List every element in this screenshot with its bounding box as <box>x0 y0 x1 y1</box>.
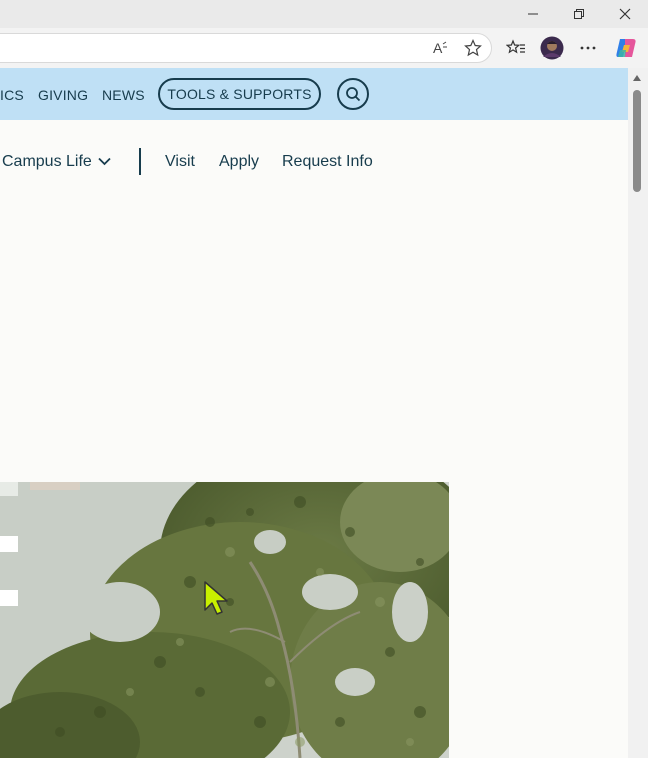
more-options-button[interactable] <box>574 34 602 62</box>
main-nav: Campus Life Visit Apply Request Info <box>0 120 628 205</box>
tools-supports-button[interactable]: TOOLS & SUPPORTS <box>158 78 321 110</box>
page-scrollbar[interactable] <box>628 68 648 758</box>
chevron-down-icon[interactable] <box>98 157 111 166</box>
minimize-button[interactable] <box>510 0 556 28</box>
nav-request-info[interactable]: Request Info <box>282 153 373 171</box>
profile-button[interactable] <box>538 34 566 62</box>
utility-nav: ICS GIVING NEWS TOOLS & SUPPORTS <box>0 68 628 120</box>
ellipsis-icon <box>580 46 596 50</box>
copilot-button[interactable] <box>612 34 640 62</box>
close-icon <box>619 8 631 20</box>
minimize-icon <box>528 13 538 15</box>
favorites-bar-button[interactable] <box>502 34 530 62</box>
copilot-icon <box>616 39 636 57</box>
address-bar[interactable]: A <box>0 33 492 63</box>
hero-image <box>0 482 449 758</box>
utility-link-ics[interactable]: ICS <box>0 87 24 103</box>
svg-text:A: A <box>433 40 443 56</box>
avatar <box>540 36 564 60</box>
tree-photo <box>0 482 449 758</box>
nav-visit[interactable]: Visit <box>165 153 195 171</box>
restore-icon <box>574 9 584 19</box>
scroll-up-arrow-icon[interactable] <box>632 74 642 82</box>
search-icon <box>346 87 361 102</box>
favorites-list-icon <box>506 39 525 54</box>
nav-campus-life[interactable]: Campus Life <box>2 153 92 171</box>
scroll-thumb[interactable] <box>633 90 641 192</box>
browser-toolbar: A <box>0 28 648 68</box>
title-bar <box>0 0 648 28</box>
read-aloud-button[interactable]: A <box>427 34 455 62</box>
utility-link-giving[interactable]: GIVING <box>38 87 88 103</box>
nav-apply[interactable]: Apply <box>219 153 259 171</box>
star-icon <box>464 39 482 57</box>
search-button[interactable] <box>337 78 369 110</box>
mouse-cursor-icon <box>204 581 228 615</box>
utility-link-news[interactable]: NEWS <box>102 87 145 103</box>
nav-divider <box>139 148 141 175</box>
restore-button[interactable] <box>556 0 602 28</box>
read-aloud-icon: A <box>433 40 447 56</box>
favorite-button[interactable] <box>459 34 487 62</box>
close-button[interactable] <box>602 0 648 28</box>
